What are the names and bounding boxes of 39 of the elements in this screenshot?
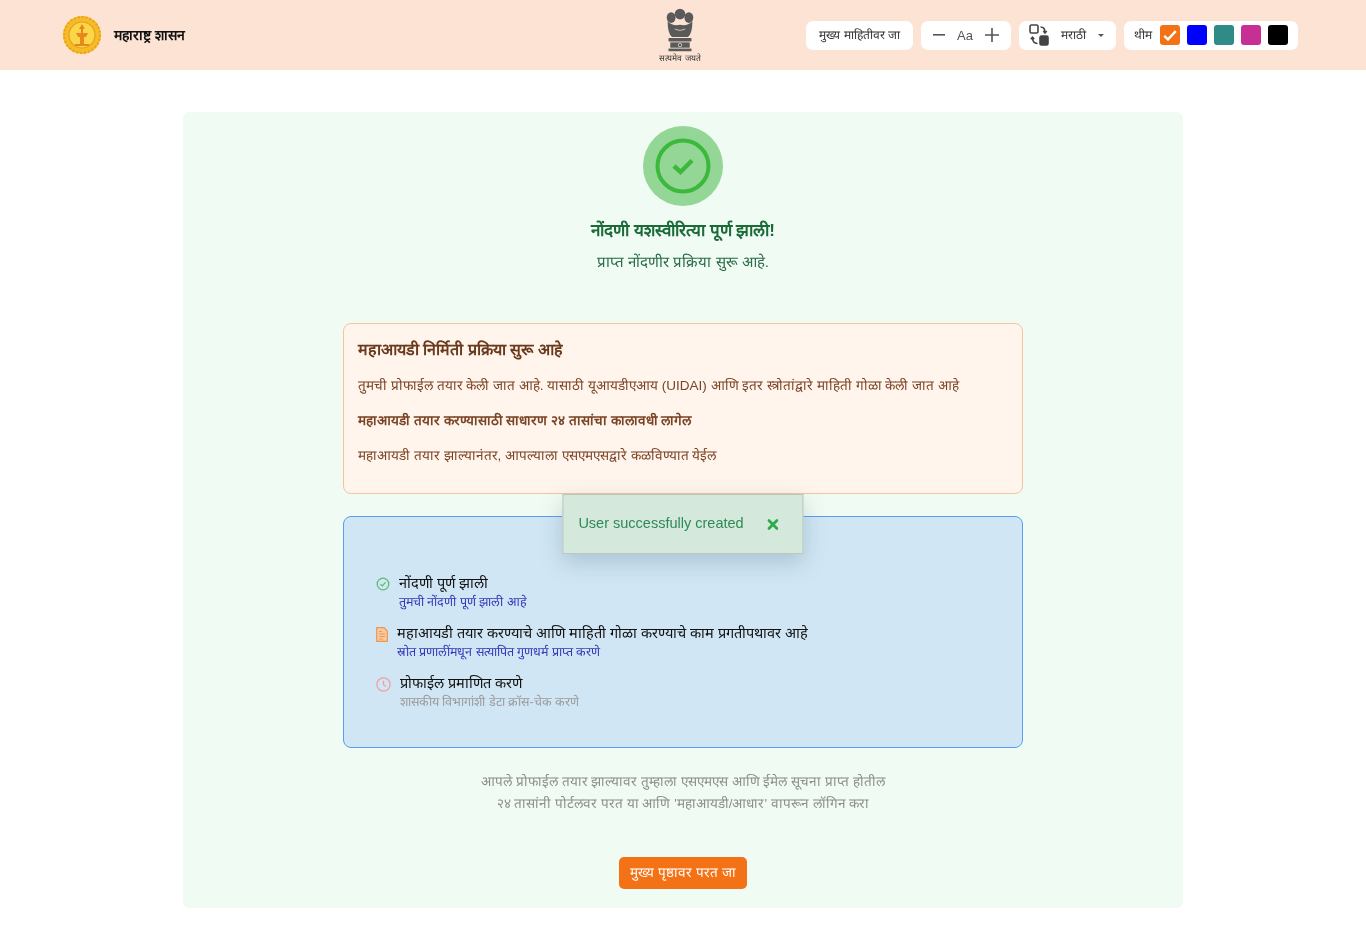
emblem-motto: सत्यमेव जयते xyxy=(659,53,701,63)
caret-icon xyxy=(1098,33,1104,37)
theme-swatch[interactable] xyxy=(1268,25,1288,45)
check-circle-icon xyxy=(376,577,390,591)
close-icon xyxy=(767,518,779,530)
language-dropdown[interactable]: मराठी xyxy=(1019,20,1116,50)
seal-logo xyxy=(62,15,102,55)
emblem-logo xyxy=(664,7,696,53)
step-title: महाआयडी तयार करण्याचे आणि माहिती गोळा करण्याचे काम प्रगतीपथावर आहे xyxy=(397,624,809,643)
info-note: आपले प्रोफाईल तयार झाल्यावर तुम्हाला एसएमएस आणि ईमेल सूचना प्राप्त होतील xyxy=(481,773,885,792)
toast-message: User successfully created xyxy=(578,514,744,534)
theme-swatch[interactable] xyxy=(1241,25,1261,45)
site-title: महाराष्ट्र शासन xyxy=(114,25,185,45)
reset-font-button[interactable]: Aa xyxy=(953,22,977,48)
notice-heading: महाआयडी निर्मिती प्रक्रिया सुरू आहे xyxy=(358,339,564,361)
notice-text: महाआयडी तयार झाल्यानंतर, आपल्याला एसएमएसद्वारे कळविण्यात येईल xyxy=(358,447,718,465)
check-icon xyxy=(1163,29,1177,41)
info-note: २४ तासांनी पोर्टलवर परत या आणि 'महाआयडी/आधार' वापरून लॉगिन करा xyxy=(495,795,871,813)
success-heading: नोंदणी यशस्वीरित्या पूर्ण झाली! xyxy=(591,219,775,243)
theme-swatch[interactable] xyxy=(1160,25,1180,45)
toast-close-button[interactable] xyxy=(767,518,779,530)
clock-icon xyxy=(376,677,391,692)
theme-swatch[interactable] xyxy=(1187,25,1207,45)
minus-icon xyxy=(933,34,946,36)
success-check-icon xyxy=(643,126,723,206)
step-detail: शासकीय विभागांशी डेटा क्रॉस-चेक करणे xyxy=(400,693,580,711)
step-detail: स्रोत प्रणालींमधून सत्यापित गुणधर्म प्राप्त करणे xyxy=(397,643,602,661)
notice-text: महाआयडी तयार करण्यासाठी साधारण २४ तासांचा कालावधी लागेल xyxy=(358,411,693,430)
translate-icon xyxy=(1029,24,1049,46)
theme-swatch[interactable] xyxy=(1214,25,1234,45)
step-title: नोंदणी पूर्ण झाली xyxy=(399,574,490,593)
skip-to-content-link[interactable]: मुख्य माहितीवर जा xyxy=(806,20,914,50)
step-title: प्रोफाईल प्रमाणित करणे xyxy=(400,674,524,693)
step-detail: तुमची नोंदणी पूर्ण झाली आहे xyxy=(399,593,527,611)
notice-text: तुमची प्रोफाईल तयार केली जात आहे. यासाठी यूआयडीएआय (UIDAI) आणि इतर स्त्रोतांद्वारे माहिती गोळा केली जात आहे xyxy=(358,377,961,396)
plus-icon xyxy=(985,28,999,42)
document-icon xyxy=(376,627,388,642)
theme-label: थीम xyxy=(1134,27,1152,44)
success-subtitle: प्राप्त नोंदणीर प्रक्रिया सुरू आहे. xyxy=(597,252,769,273)
